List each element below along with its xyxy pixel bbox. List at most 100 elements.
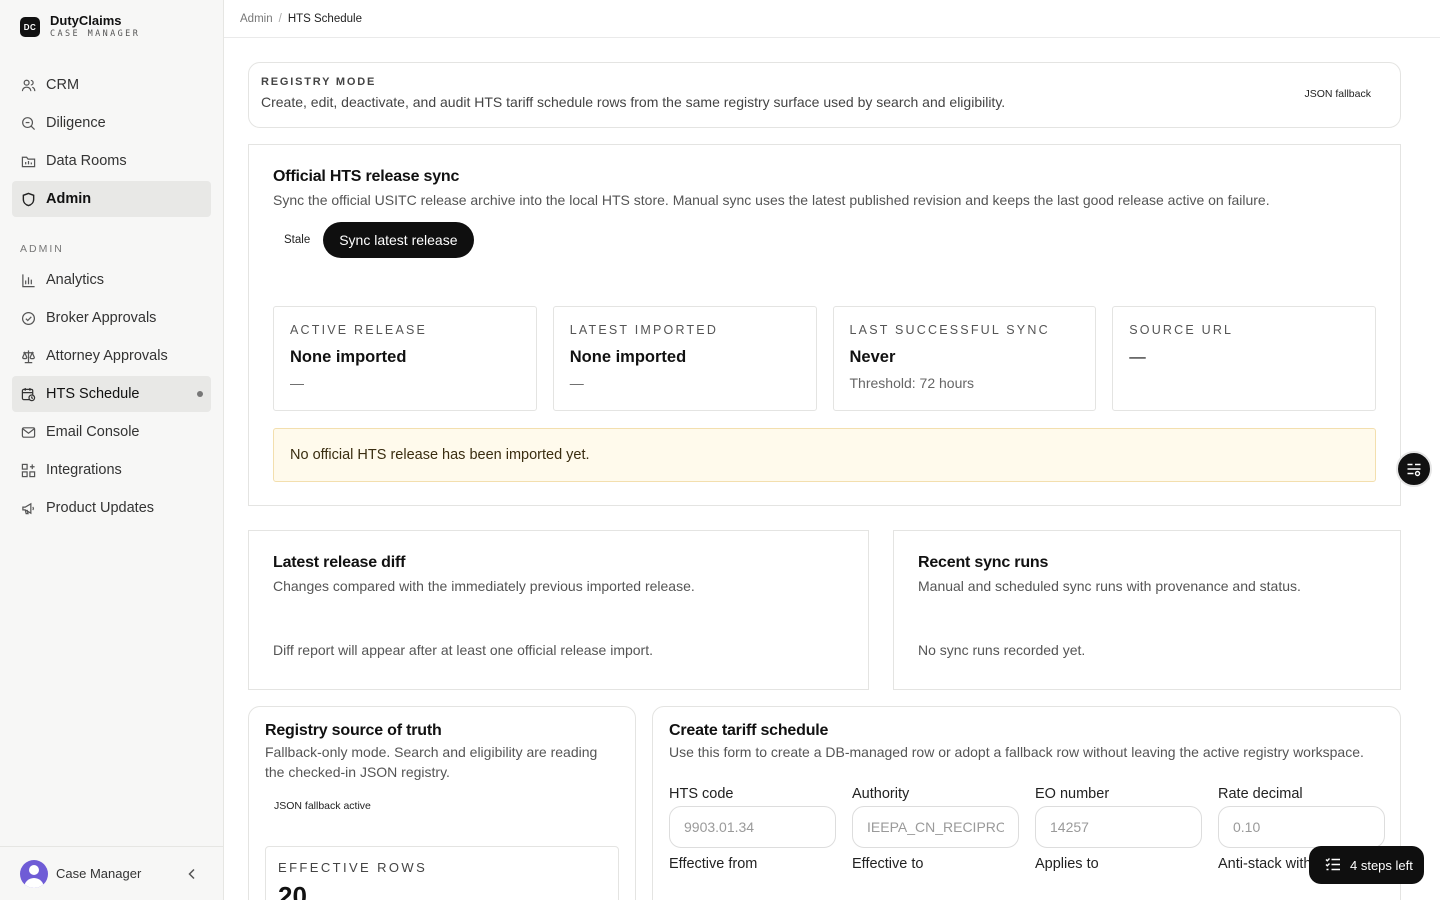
active-indicator-dot	[197, 391, 203, 397]
shield-icon	[20, 191, 36, 207]
nav-item-diligence[interactable]: Diligence	[12, 105, 211, 141]
field-label: EO number	[1035, 786, 1110, 802]
field-label: Authority	[852, 786, 910, 802]
stat-label: LATEST IMPORTED	[569, 323, 719, 337]
source-description: Fallback-only mode. Search and eligibili…	[265, 744, 598, 780]
brand[interactable]: DC DutyClaims CASE MANAGER	[20, 14, 140, 40]
nav-item-label: Diligence	[46, 115, 106, 131]
megaphone-icon	[20, 500, 36, 516]
stat-value: Never	[849, 348, 896, 366]
brand-subtitle: CASE MANAGER	[50, 29, 141, 39]
effective-rows-box: EFFECTIVE ROWS 20	[265, 846, 619, 900]
nav-item-label: Email Console	[46, 424, 140, 440]
sync-description: Sync the official USITC release archive …	[273, 192, 1270, 208]
sidebar: DC DutyClaims CASE MANAGER CRM Diligence…	[0, 0, 224, 900]
field-label: Effective to	[852, 856, 924, 872]
registry-source-card: Registry source of truth Fallback-only m…	[248, 706, 636, 900]
nav-item-attorney-approvals[interactable]: Attorney Approvals	[12, 338, 211, 374]
steps-left-label: 4 steps left	[1350, 857, 1413, 873]
assistant-toggle-icon[interactable]	[1396, 451, 1432, 487]
nav-item-crm[interactable]: CRM	[12, 67, 211, 103]
nav-item-broker-approvals[interactable]: Broker Approvals	[12, 300, 211, 336]
nav-item-email-console[interactable]: Email Console	[12, 414, 211, 450]
footer-user-name: Case Manager	[56, 866, 142, 881]
nav-item-label: Attorney Approvals	[46, 348, 168, 364]
registry-mode-card: REGISTRY MODE Create, edit, deactivate, …	[248, 62, 1401, 128]
field-rate-decimal: Rate decimal	[1218, 786, 1385, 848]
breadcrumb-separator: /	[278, 12, 282, 25]
runs-empty-state: No sync runs recorded yet.	[918, 642, 1086, 658]
field-label: Effective from	[669, 856, 758, 872]
authority-input[interactable]	[852, 806, 1019, 848]
nav-item-label: HTS Schedule	[46, 386, 140, 402]
stat-source-url: SOURCE URL —	[1112, 306, 1376, 411]
diff-empty-state: Diff report will appear after at least o…	[273, 642, 654, 658]
nav-item-label: Analytics	[46, 272, 105, 288]
effective-rows-value: 20	[278, 881, 307, 900]
stat-active-release: ACTIVE RELEASE None imported —	[273, 306, 537, 411]
source-title: Registry source of truth	[265, 722, 442, 739]
diff-description: Changes compared with the immediately pr…	[273, 578, 695, 594]
field-label: Rate decimal	[1218, 786, 1303, 802]
stat-sub: —	[569, 375, 584, 391]
sidebar-footer: Case Manager	[0, 846, 223, 900]
admin-nav: Analytics Broker Approvals Attorney Appr…	[12, 262, 211, 528]
sync-latest-release-button[interactable]: Sync latest release	[323, 222, 474, 258]
scale-icon	[20, 348, 36, 364]
hts-release-sync-card: Official HTS release sync Sync the offic…	[248, 144, 1401, 506]
check-circle-icon	[20, 310, 36, 326]
field-label: HTS code	[669, 786, 734, 802]
nav-item-admin[interactable]: Admin	[12, 181, 211, 217]
sync-title: Official HTS release sync	[273, 168, 460, 185]
stat-label: SOURCE URL	[1129, 323, 1234, 337]
steps-left-button[interactable]: 4 steps left	[1309, 846, 1424, 884]
no-release-notice: No official HTS release has been importe…	[273, 428, 1376, 482]
nav-item-integrations[interactable]: Integrations	[12, 452, 211, 488]
nav-item-label: CRM	[46, 77, 80, 93]
avatar[interactable]	[20, 859, 48, 888]
registry-mode-label: REGISTRY MODE	[261, 76, 377, 88]
grid-icon	[20, 462, 36, 478]
nav-item-data-rooms[interactable]: Data Rooms	[12, 143, 211, 179]
runs-title: Recent sync runs	[918, 554, 1049, 571]
sync-stats: ACTIVE RELEASE None imported — LATEST IM…	[273, 306, 1376, 411]
tariff-form: HTS code Authority EO number Rate decima…	[669, 786, 1385, 872]
nav-item-label: Integrations	[46, 462, 122, 478]
field-eo-number: EO number	[1035, 786, 1202, 848]
rate-decimal-input[interactable]	[1218, 806, 1385, 848]
search-doc-icon	[20, 115, 36, 131]
stat-last-successful-sync: LAST SUCCESSFUL SYNC Never Threshold: 72…	[832, 306, 1097, 411]
status-badge: Stale	[284, 234, 311, 246]
breadcrumb: Admin / HTS Schedule	[240, 13, 362, 25]
field-effective-to: Effective to	[852, 856, 1019, 872]
brand-name: DutyClaims	[50, 13, 122, 28]
stat-latest-imported: LATEST IMPORTED None imported —	[552, 306, 817, 411]
sync-actions: Stale Sync latest release	[273, 222, 1376, 258]
nav-item-label: Broker Approvals	[46, 310, 157, 326]
nav-item-label: Admin	[46, 191, 92, 207]
field-effective-from: Effective from	[669, 856, 836, 872]
nav-item-analytics[interactable]: Analytics	[12, 262, 211, 298]
recent-sync-runs-card: Recent sync runs Manual and scheduled sy…	[893, 530, 1401, 690]
bar-chart-icon	[20, 272, 36, 288]
stat-sub: Threshold: 72 hours	[849, 375, 975, 391]
breadcrumb-admin[interactable]: Admin	[240, 13, 273, 25]
collapse-sidebar-icon[interactable]	[185, 867, 199, 881]
stat-label: LAST SUCCESSFUL SYNC	[849, 323, 1050, 337]
stat-value: None imported	[569, 348, 687, 366]
nav-item-label: Product Updates	[46, 500, 155, 516]
nav-item-product-updates[interactable]: Product Updates	[12, 490, 211, 526]
hts-code-input[interactable]	[669, 806, 836, 848]
topbar: Admin / HTS Schedule	[224, 0, 1440, 38]
folder-icon	[20, 153, 36, 169]
admin-section-label: ADMIN	[20, 243, 64, 255]
json-fallback-active-chip: JSON fallback active	[274, 800, 371, 812]
stat-value: —	[1129, 348, 1146, 366]
stat-label: ACTIVE RELEASE	[290, 323, 428, 337]
stat-value: None imported	[290, 348, 407, 366]
nav-item-hts-schedule[interactable]: HTS Schedule	[12, 376, 211, 412]
mail-icon	[20, 424, 36, 440]
diff-title: Latest release diff	[273, 554, 406, 571]
eo-number-input[interactable]	[1035, 806, 1202, 848]
users-icon	[20, 77, 36, 93]
